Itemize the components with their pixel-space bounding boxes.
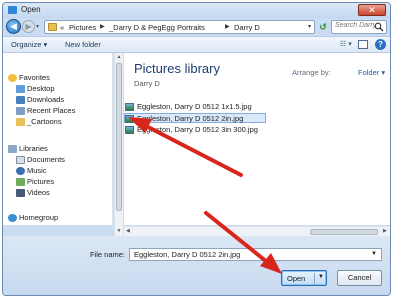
navigation-pane: Favorites Desktop Downloads Recent Place… <box>3 53 113 225</box>
library-title: Pictures library <box>134 61 220 76</box>
file-item[interactable]: Eggleston, Darry D 0512 2in.jpg <box>124 113 266 123</box>
scroll-thumb[interactable] <box>310 229 378 235</box>
nav-libraries[interactable]: Libraries <box>19 144 48 153</box>
downloads-icon <box>16 96 25 104</box>
arrange-by-dropdown[interactable]: Folder ▾ <box>358 68 385 77</box>
breadcrumb-overflow[interactable]: « <box>60 23 64 32</box>
arrange-by-label: Arrange by: <box>292 68 331 77</box>
recent-places-icon <box>16 107 25 115</box>
recent-locations-dropdown[interactable]: ▾ <box>36 23 39 30</box>
new-folder-button[interactable]: New folder <box>65 40 101 49</box>
nav-videos[interactable]: Videos <box>27 188 50 197</box>
nav-favorites[interactable]: Favorites <box>19 73 50 82</box>
command-toolbar: Organize ▾ New folder ☷ ▾ ? <box>3 36 390 53</box>
file-name: Eggleston, Darry D 0512 2in.jpg <box>137 114 244 123</box>
image-file-icon <box>125 126 134 134</box>
documents-icon <box>16 156 25 164</box>
star-icon <box>8 74 17 82</box>
breadcrumb-separator[interactable]: ▶ <box>100 23 105 30</box>
breadcrumb-darry-d[interactable]: Darry D <box>234 23 260 32</box>
open-options-dropdown-icon[interactable]: ▼ <box>318 274 324 280</box>
nav-recent-places[interactable]: Recent Places <box>27 106 75 115</box>
desktop-icon <box>16 85 25 93</box>
file-name-value: Eggleston, Darry D 0512 2in.jpg <box>134 250 241 259</box>
window-icon <box>8 6 17 14</box>
file-name: Eggleston, Darry D 0512 1x1.5.jpg <box>137 102 252 111</box>
address-bar: ◀ ▶ ▾ « Pictures ▶ _Darry D & PegEgg Por… <box>3 18 390 36</box>
horizontal-scrollbar[interactable]: ◀ ▶ <box>124 226 390 236</box>
file-name-label: File name: <box>90 250 126 259</box>
forward-button[interactable]: ▶ <box>22 20 35 33</box>
window-title: Open <box>21 5 41 14</box>
organize-button[interactable]: Organize ▾ <box>11 40 47 49</box>
address-dropdown-icon[interactable]: ▾ <box>308 23 311 30</box>
file-name-input[interactable]: Eggleston, Darry D 0512 2in.jpg ▼ <box>129 248 382 261</box>
help-button[interactable]: ? <box>375 39 386 50</box>
folder-icon <box>16 118 25 126</box>
open-dialog: Open ✕ ◀ ▶ ▾ « Pictures ▶ _Darry D & Peg… <box>2 2 391 296</box>
image-file-icon <box>125 115 134 123</box>
search-icon[interactable] <box>374 22 384 32</box>
search-input[interactable] <box>335 22 375 29</box>
libraries-icon <box>8 145 17 153</box>
open-button[interactable]: Open ▼ <box>281 270 327 286</box>
title-bar[interactable]: Open ✕ <box>3 3 390 18</box>
split-divider <box>314 273 315 284</box>
change-view-button[interactable]: ☷ ▾ <box>340 40 352 48</box>
music-icon <box>16 167 25 175</box>
scroll-left-icon[interactable]: ◀ <box>126 228 130 234</box>
nav-music[interactable]: Music <box>27 166 47 175</box>
homegroup-icon <box>8 214 17 222</box>
breadcrumb[interactable]: « Pictures ▶ _Darry D & PegEgg Portraits… <box>44 20 315 34</box>
open-button-label: Open <box>287 274 306 283</box>
image-file-icon <box>125 103 134 111</box>
nav-downloads[interactable]: Downloads <box>27 95 64 104</box>
nav-homegroup[interactable]: Homegroup <box>19 213 58 222</box>
preview-pane-button[interactable] <box>358 40 368 49</box>
nav-desktop[interactable]: Desktop <box>27 84 55 93</box>
back-button[interactable]: ◀ <box>6 19 21 34</box>
scroll-thumb[interactable] <box>116 63 122 211</box>
breadcrumb-separator[interactable]: ▶ <box>225 23 230 30</box>
search-box[interactable] <box>331 20 387 34</box>
scroll-down-icon[interactable]: ▼ <box>115 228 123 234</box>
navigation-scrollbar[interactable]: ▲ ▼ <box>114 53 123 238</box>
nav-cartoons[interactable]: _Cartoons <box>27 117 62 126</box>
refresh-button[interactable]: ↺ <box>317 21 329 33</box>
breadcrumb-portraits[interactable]: _Darry D & PegEgg Portraits <box>109 23 205 32</box>
file-list-pane: Pictures library Darry D Arrange by: Fol… <box>124 53 390 225</box>
breadcrumb-pictures[interactable]: Pictures <box>69 23 96 32</box>
nav-pictures[interactable]: Pictures <box>27 177 54 186</box>
videos-icon <box>16 189 25 197</box>
pictures-icon <box>16 178 25 186</box>
nav-documents[interactable]: Documents <box>27 155 65 164</box>
close-button[interactable]: ✕ <box>358 4 386 16</box>
scroll-right-icon[interactable]: ▶ <box>383 228 387 234</box>
library-subtitle: Darry D <box>134 79 160 88</box>
file-name: Eggleston, Darry D 0512 3in 300.jpg <box>137 125 258 134</box>
folder-icon <box>48 23 57 31</box>
file-item[interactable]: Eggleston, Darry D 0512 3in 300.jpg <box>125 125 275 135</box>
dialog-footer: File name: Eggleston, Darry D 0512 2in.j… <box>3 236 390 295</box>
file-name-dropdown-icon[interactable]: ▼ <box>371 249 377 260</box>
file-item[interactable]: Eggleston, Darry D 0512 1x1.5.jpg <box>125 102 265 112</box>
scroll-up-icon[interactable]: ▲ <box>115 54 123 60</box>
cancel-button[interactable]: Cancel <box>337 270 382 286</box>
